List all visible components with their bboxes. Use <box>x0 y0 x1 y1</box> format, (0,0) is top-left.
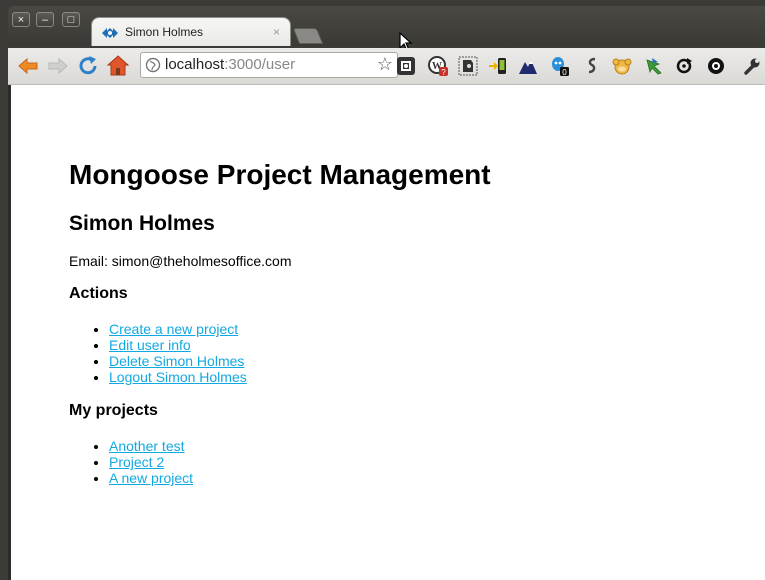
tab-title: Simon Holmes <box>125 25 204 39</box>
url-host: localhost <box>165 56 225 73</box>
list-item: Another test <box>109 438 193 454</box>
extension-puzzle-icon[interactable] <box>396 56 416 76</box>
browser-tab-active[interactable]: Simon Holmes × <box>92 18 290 46</box>
projects-list: Another test Project 2 A new project <box>69 438 193 486</box>
address-bar[interactable]: localhost:3000/user ☆ <box>140 52 398 78</box>
list-item: Edit user info <box>109 337 247 353</box>
reload-icon[interactable] <box>76 54 100 78</box>
my-projects-heading: My projects <box>69 402 158 419</box>
window-maximize-button[interactable]: □ <box>62 12 80 27</box>
evernote-extension-icon[interactable] <box>458 56 478 76</box>
browser-window: × – □ Simon Holmes × localhost:3000/user… <box>0 0 765 580</box>
list-item: A new project <box>109 470 193 486</box>
site-favicon-icon <box>102 28 118 38</box>
browser-toolbar: localhost:3000/user ☆ W ? 0 <box>8 48 765 85</box>
url-path: :3000/user <box>224 56 296 73</box>
project-link[interactable]: Project 2 <box>109 454 164 470</box>
delete-user-link[interactable]: Delete Simon Holmes <box>109 353 244 369</box>
wordpress-extension-icon[interactable]: W ? <box>428 56 448 76</box>
back-arrow-icon[interactable] <box>16 54 40 78</box>
window-minimize-button[interactable]: – <box>36 12 54 27</box>
window-close-button[interactable]: × <box>12 12 30 27</box>
forward-arrow-icon[interactable] <box>46 54 70 78</box>
home-icon[interactable] <box>106 54 130 78</box>
list-item: Create a new project <box>109 321 247 337</box>
list-item: Logout Simon Holmes <box>109 369 247 385</box>
bookmark-star-icon[interactable]: ☆ <box>377 54 393 75</box>
project-link[interactable]: Another test <box>109 438 185 454</box>
monkey-extension-icon[interactable] <box>612 56 632 76</box>
svg-text:0: 0 <box>562 68 567 76</box>
address-url[interactable]: localhost:3000/user <box>165 56 295 73</box>
page-viewport: Mongoose Project Management Simon Holmes… <box>8 85 765 580</box>
chrome-settings-gear-icon[interactable] <box>706 56 726 76</box>
svg-text:?: ? <box>441 68 446 76</box>
project-link[interactable]: A new project <box>109 470 193 486</box>
list-item: Project 2 <box>109 454 193 470</box>
sync-extension-icon[interactable] <box>674 56 694 76</box>
list-item: Delete Simon Holmes <box>109 353 247 369</box>
send-to-phone-icon[interactable] <box>488 56 508 76</box>
notifier-extension-icon[interactable]: 0 <box>550 56 570 76</box>
user-name-heading: Simon Holmes <box>69 212 215 235</box>
actions-list: Create a new project Edit user info Dele… <box>69 321 247 385</box>
tab-close-icon[interactable]: × <box>273 25 280 39</box>
user-email: Email: simon@theholmesoffice.com <box>69 253 292 269</box>
arrow-extension-icon[interactable] <box>644 56 664 76</box>
create-project-link[interactable]: Create a new project <box>109 321 238 337</box>
wrench-menu-icon[interactable] <box>742 56 762 76</box>
hook-extension-icon[interactable] <box>582 56 602 76</box>
edit-user-link[interactable]: Edit user info <box>109 337 191 353</box>
page-info-globe-icon[interactable] <box>145 57 161 73</box>
mountain-extension-icon[interactable] <box>518 56 538 76</box>
actions-heading: Actions <box>69 285 128 302</box>
logout-link[interactable]: Logout Simon Holmes <box>109 369 247 385</box>
page-title: Mongoose Project Management <box>69 159 491 190</box>
